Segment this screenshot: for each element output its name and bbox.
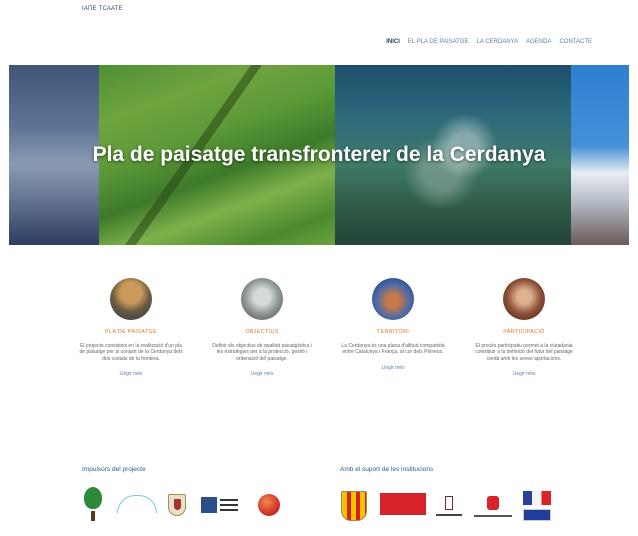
- feature-card: TERRITORI La Cerdanya és una plana d'alt…: [338, 278, 448, 374]
- feature-image[interactable]: [241, 278, 283, 320]
- municipal-logo-icon[interactable]: [434, 489, 464, 523]
- partners-right-title: Amb el suport de les institucions: [340, 466, 434, 473]
- feature-text: Definir els objectius de qualitat paisat…: [212, 343, 312, 362]
- feature-title[interactable]: PARTICIPACIÓ: [469, 329, 579, 335]
- read-more-link[interactable]: Llegir més: [119, 371, 142, 377]
- partner-logos-right: [340, 487, 556, 525]
- nav-item-agenda[interactable]: AGENDA: [526, 39, 551, 45]
- feature-text: El procés participatiu permet a la ciuta…: [475, 343, 573, 362]
- feature-image[interactable]: [503, 278, 545, 320]
- box-logo-icon[interactable]: [199, 495, 239, 515]
- partner-logos-left: [82, 487, 292, 525]
- feature-title[interactable]: TERRITORI: [338, 329, 448, 335]
- wave-logo-icon[interactable]: [114, 493, 160, 515]
- feature-card: PLA DE PAISATGE El projecte consisteix e…: [76, 278, 186, 380]
- feature-image[interactable]: [110, 278, 152, 320]
- eu-flag-logo-icon[interactable]: [520, 487, 554, 525]
- feature-title[interactable]: PLA DE PAISATGE: [76, 329, 186, 335]
- tree-logo-icon[interactable]: [82, 487, 104, 523]
- red-banner-logo-icon[interactable]: [380, 493, 426, 515]
- catalonia-shield-logo-icon[interactable]: [340, 487, 368, 525]
- nav-item-la-cerdanya[interactable]: LA CERDANYA: [477, 39, 519, 45]
- hero-title: Pla de paisatge transfronterer de la Cer…: [92, 143, 546, 166]
- feature-text: El projecte consisteix en la realització…: [79, 343, 183, 362]
- apple-logo-icon[interactable]: [252, 487, 286, 523]
- main-nav: INICI EL PLA DE PAISATGE LA CERDANYA AGE…: [386, 39, 592, 45]
- feature-text: La Cerdanya és una plana d'altitud compa…: [341, 343, 445, 356]
- nav-item-pla-de-paisatge[interactable]: EL PLA DE PAISATGE: [408, 39, 469, 45]
- feature-card: PARTICIPACIÓ El procés participatiu perm…: [469, 278, 579, 380]
- hero-banner: Pla de paisatge transfronterer de la Cer…: [9, 65, 629, 245]
- feature-image[interactable]: [372, 278, 414, 320]
- red-mark-logo-icon[interactable]: [470, 489, 516, 523]
- feature-title[interactable]: OBJECTIUS: [207, 329, 317, 335]
- feature-card: OBJECTIUS Definir els objectius de quali…: [207, 278, 317, 380]
- nav-item-inici[interactable]: INICI: [386, 39, 400, 45]
- site-logo[interactable]: ІАПЕ ТСААТЕ: [82, 6, 123, 12]
- read-more-link[interactable]: Llegir més: [512, 371, 535, 377]
- read-more-link[interactable]: Llegir més: [381, 365, 404, 371]
- shield-logo-icon[interactable]: [166, 487, 188, 523]
- partners-left-title: Impulsors del projecte: [82, 466, 146, 473]
- read-more-link[interactable]: Llegir més: [250, 371, 273, 377]
- feature-row: PLA DE PAISATGE El projecte consisteix e…: [76, 278, 573, 408]
- nav-item-contacte[interactable]: CONTACTE: [559, 39, 592, 45]
